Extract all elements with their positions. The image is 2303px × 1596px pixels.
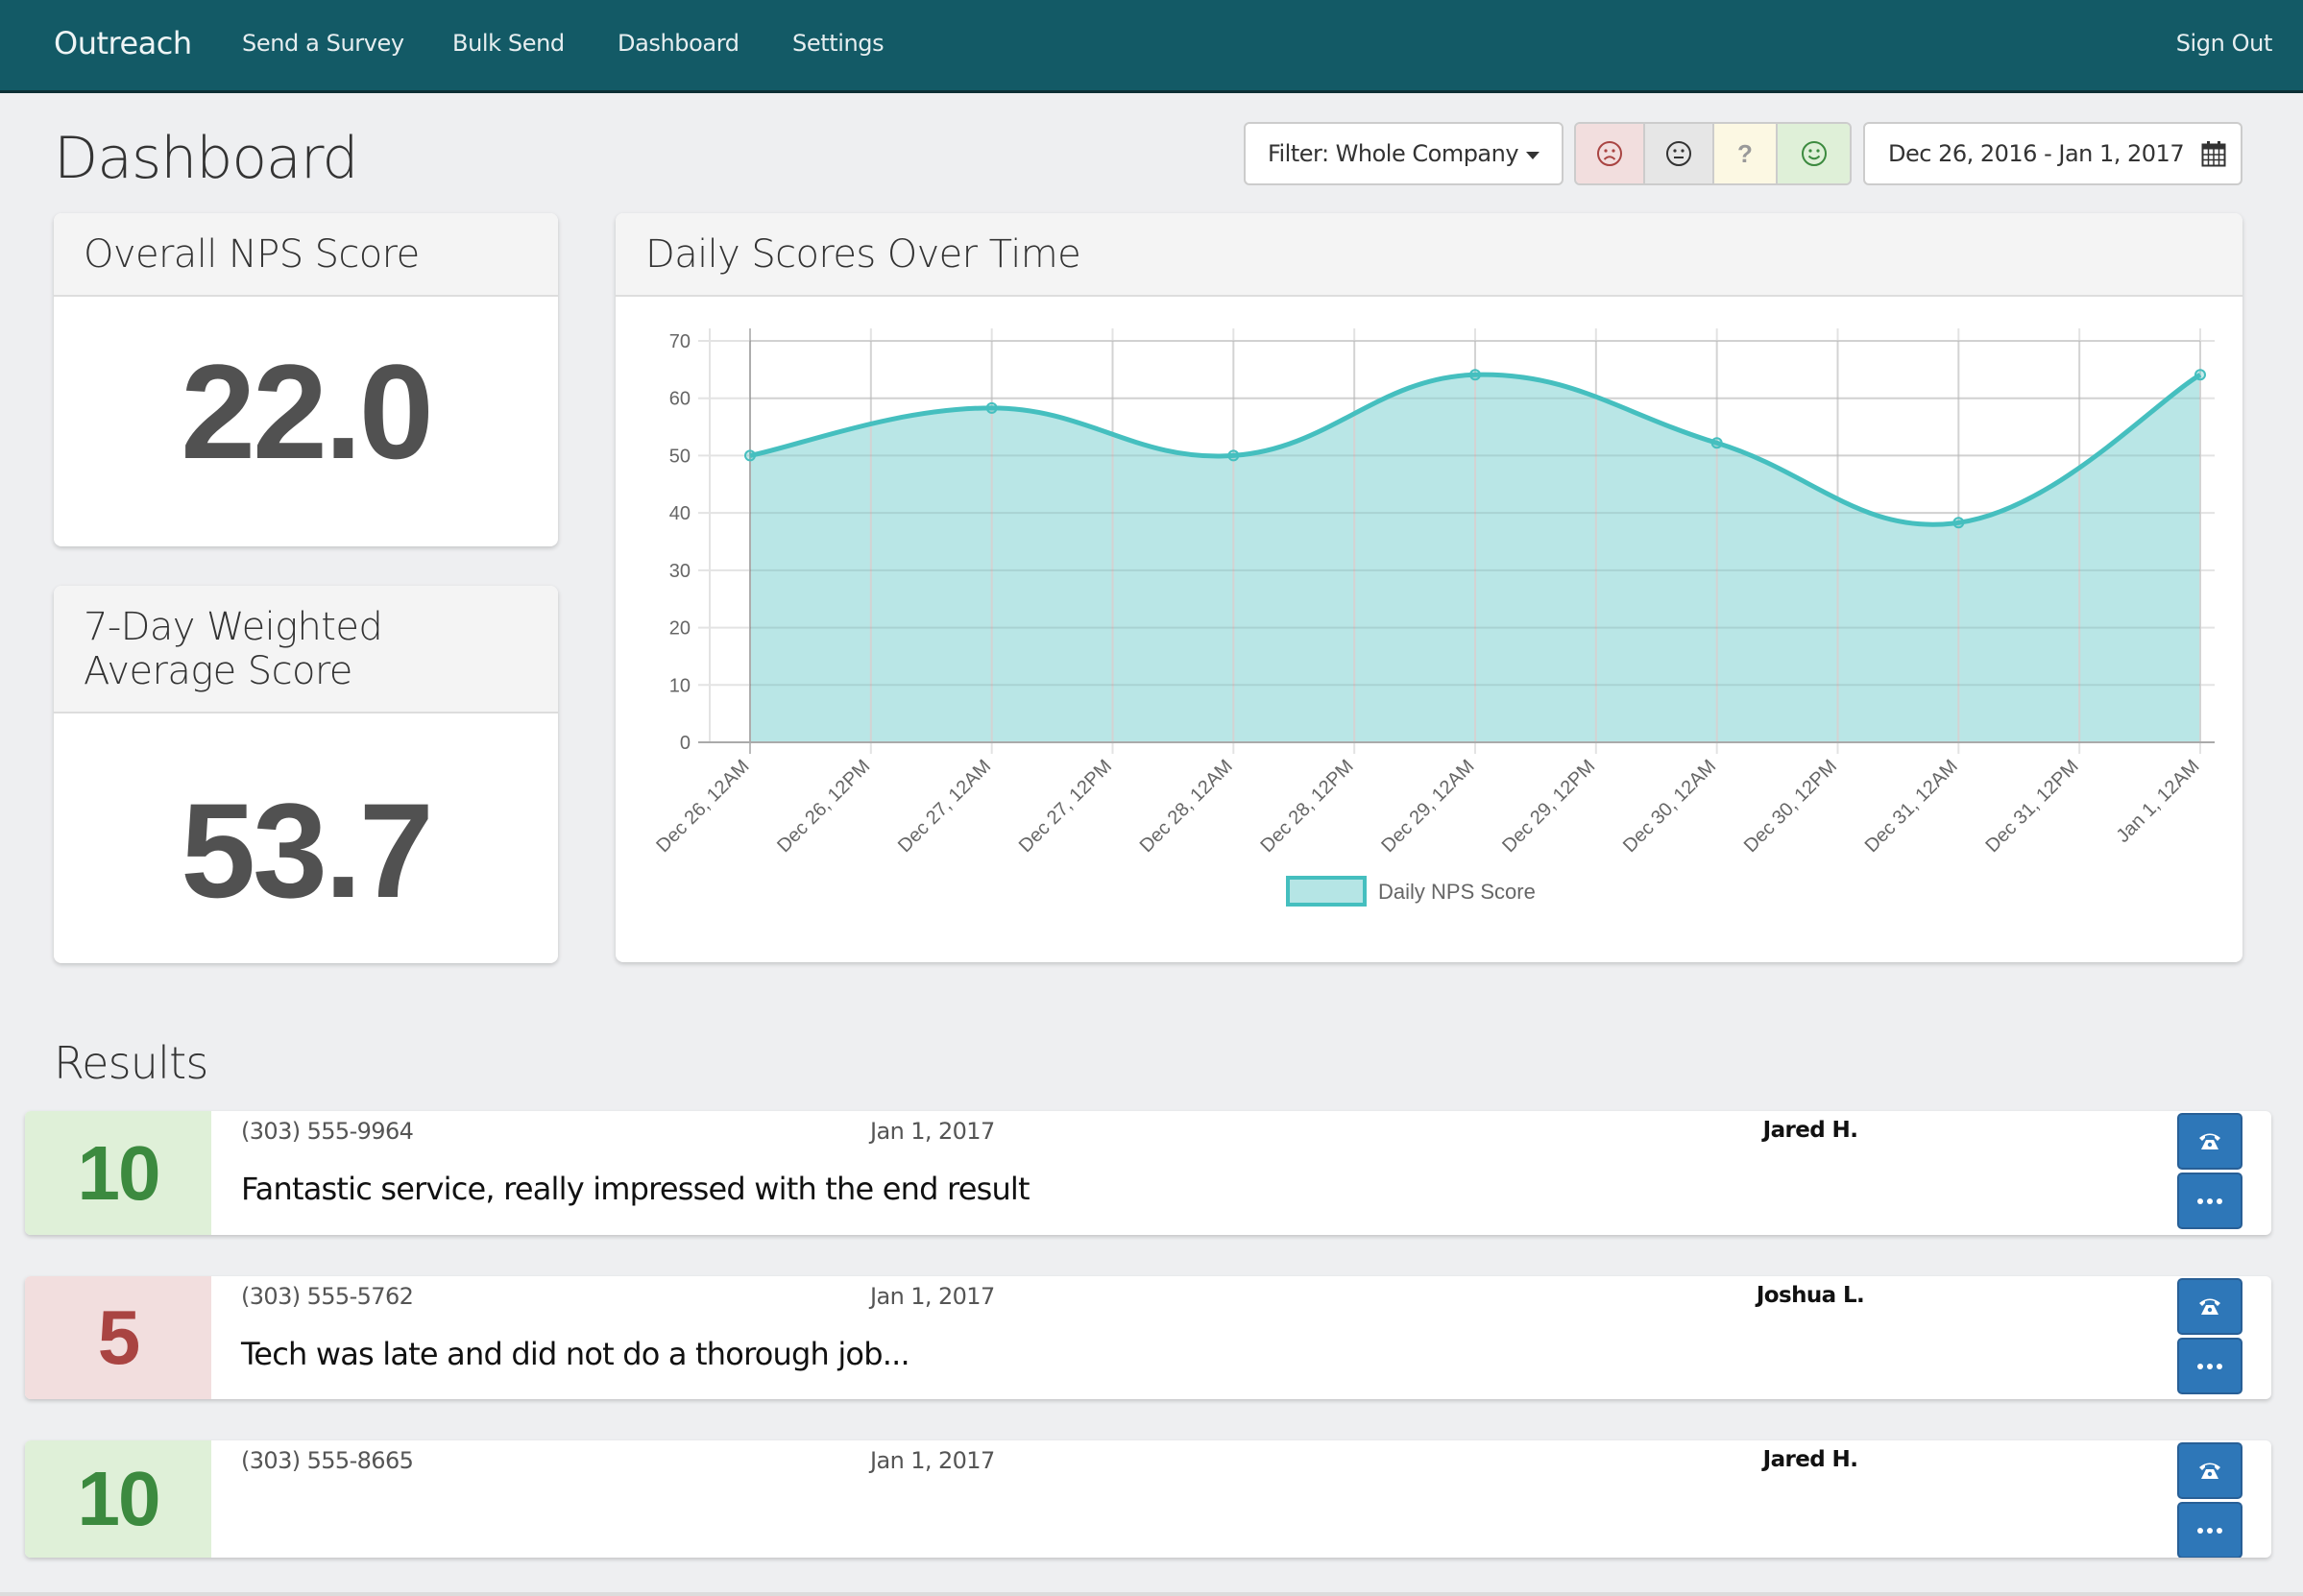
x-tick-label: Dec 30, 12PM — [1740, 756, 1841, 857]
call-button[interactable] — [2177, 1278, 2242, 1335]
calendar-icon — [2201, 141, 2226, 167]
more-options-button[interactable] — [2177, 1338, 2242, 1394]
sentiment-filter-group: ? — [1574, 122, 1852, 185]
result-row[interactable]: 10 (303) 555-9964 Jan 1, 2017 Jared H. F… — [25, 1111, 2271, 1235]
x-tick-label: Dec 27, 12PM — [1015, 756, 1116, 857]
x-tick-label: Jan 1, 12AM — [2113, 756, 2204, 847]
score-badge: 10 — [25, 1440, 211, 1558]
weighted-average-card: 7-Day Weighted Average Score 53.7 — [54, 586, 558, 963]
agent-name: Jared H. — [1762, 1118, 1858, 1143]
weighted-average-title: 7-Day Weighted Average Score — [54, 586, 558, 713]
phone-number[interactable]: (303) 555-8665 — [241, 1447, 414, 1474]
score-badge: 5 — [25, 1276, 211, 1399]
result-date: Jan 1, 2017 — [870, 1447, 995, 1474]
weighted-average-title-line1: 7-Day Weighted — [84, 605, 383, 649]
more-dots-icon — [2197, 1527, 2222, 1534]
page-bottom-divider — [0, 1592, 2303, 1596]
navbar: Outreach Send a Survey Bulk Send Dashboa… — [0, 0, 2303, 93]
phone-icon — [2199, 1463, 2220, 1479]
brand-logo[interactable]: Outreach — [54, 25, 192, 61]
page-title: Dashboard — [54, 125, 359, 192]
nav-bulk-send[interactable]: Bulk Send — [452, 30, 565, 57]
question-icon: ? — [1737, 138, 1753, 168]
data-point — [1227, 449, 1240, 462]
x-tick-label: Dec 27, 12AM — [894, 756, 995, 857]
agent-name: Joshua L. — [1756, 1283, 1865, 1308]
more-options-button[interactable] — [2177, 1502, 2242, 1558]
more-dots-icon — [2197, 1197, 2222, 1204]
x-tick-label: Dec 31, 12PM — [1982, 756, 2083, 857]
filter-dropdown[interactable]: Filter: Whole Company — [1244, 122, 1564, 185]
phone-number[interactable]: (303) 555-5762 — [241, 1283, 414, 1310]
call-button[interactable] — [2177, 1113, 2242, 1170]
y-tick-label: 50 — [669, 446, 691, 467]
x-tick-label: Dec 26, 12PM — [773, 756, 874, 857]
weighted-average-value: 53.7 — [181, 775, 433, 926]
legend-swatch — [1286, 876, 1367, 907]
data-point — [1469, 369, 1481, 381]
nav-settings[interactable]: Settings — [792, 30, 885, 57]
more-dots-icon — [2197, 1363, 2222, 1369]
data-point — [1710, 437, 1723, 449]
y-tick-label: 0 — [680, 733, 691, 754]
caret-down-icon — [1526, 151, 1540, 159]
daily-scores-chart-card: Daily Scores Over Time 0 10 20 30 40 50 60 70 De… — [616, 213, 2242, 962]
phone-icon — [2199, 1298, 2220, 1315]
result-row[interactable]: 10 (303) 555-8665 Jan 1, 2017 Jared H. — [25, 1440, 2271, 1558]
filter-unknown-button[interactable]: ? — [1714, 124, 1778, 183]
result-date: Jan 1, 2017 — [870, 1118, 995, 1145]
data-point — [744, 449, 756, 462]
smile-icon — [1801, 141, 1827, 166]
data-point — [2194, 369, 2206, 381]
date-range-picker[interactable]: Dec 26, 2016 - Jan 1, 2017 — [1863, 122, 2242, 185]
filter-neutral-button[interactable] — [1645, 124, 1714, 183]
more-options-button[interactable] — [2177, 1173, 2242, 1229]
x-tick-label: Dec 31, 12AM — [1861, 756, 1962, 857]
results-heading: Results — [54, 1037, 208, 1089]
data-point — [985, 401, 998, 414]
overall-nps-title: Overall NPS Score — [54, 213, 558, 297]
overall-nps-value: 22.0 — [181, 336, 433, 487]
result-date: Jan 1, 2017 — [870, 1283, 995, 1310]
result-row[interactable]: 5 (303) 555-5762 Jan 1, 2017 Joshua L. T… — [25, 1276, 2271, 1399]
result-comment: Tech was late and did not do a thorough … — [241, 1336, 910, 1372]
y-tick-label: 40 — [669, 503, 691, 524]
frown-icon — [1597, 141, 1622, 166]
filter-label: Filter: Whole Company — [1267, 140, 1519, 167]
y-tick-label: 60 — [669, 389, 691, 410]
x-tick-label: Dec 29, 12AM — [1377, 756, 1478, 857]
filter-negative-button[interactable] — [1576, 124, 1645, 183]
result-comment: Fantastic service, really impressed with… — [241, 1171, 1030, 1207]
call-button[interactable] — [2177, 1442, 2242, 1499]
x-tick-label: Dec 28, 12AM — [1136, 756, 1237, 857]
x-tick-label: Dec 29, 12PM — [1498, 756, 1599, 857]
data-point — [1952, 517, 1965, 529]
overall-nps-card: Overall NPS Score 22.0 — [54, 213, 558, 546]
y-tick-label: 20 — [669, 618, 691, 640]
sign-out-link[interactable]: Sign Out — [2176, 30, 2273, 57]
y-tick-label: 10 — [669, 675, 691, 696]
phone-number[interactable]: (303) 555-9964 — [241, 1118, 414, 1145]
x-tick-label: Dec 28, 12PM — [1257, 756, 1358, 857]
date-range-label: Dec 26, 2016 - Jan 1, 2017 — [1888, 140, 2185, 167]
score-badge: 10 — [25, 1111, 211, 1235]
x-tick-label: Dec 30, 12AM — [1619, 756, 1720, 857]
y-tick-label: 70 — [669, 331, 691, 352]
daily-scores-chart: 010203040506070Dec 26, 12AM Dec 26, 12PM D… — [652, 328, 2215, 907]
nav-send-survey[interactable]: Send a Survey — [242, 30, 404, 57]
agent-name: Jared H. — [1762, 1447, 1858, 1472]
y-tick-label: 30 — [669, 561, 691, 582]
neutral-face-icon — [1666, 141, 1691, 166]
weighted-average-title-line2: Average Score — [84, 649, 352, 693]
phone-icon — [2199, 1133, 2220, 1149]
nav-dashboard[interactable]: Dashboard — [618, 30, 739, 57]
legend-label: Daily NPS Score — [1378, 880, 1536, 904]
x-tick-label: Dec 26, 12AM — [652, 756, 753, 857]
filter-positive-button[interactable] — [1778, 124, 1850, 183]
